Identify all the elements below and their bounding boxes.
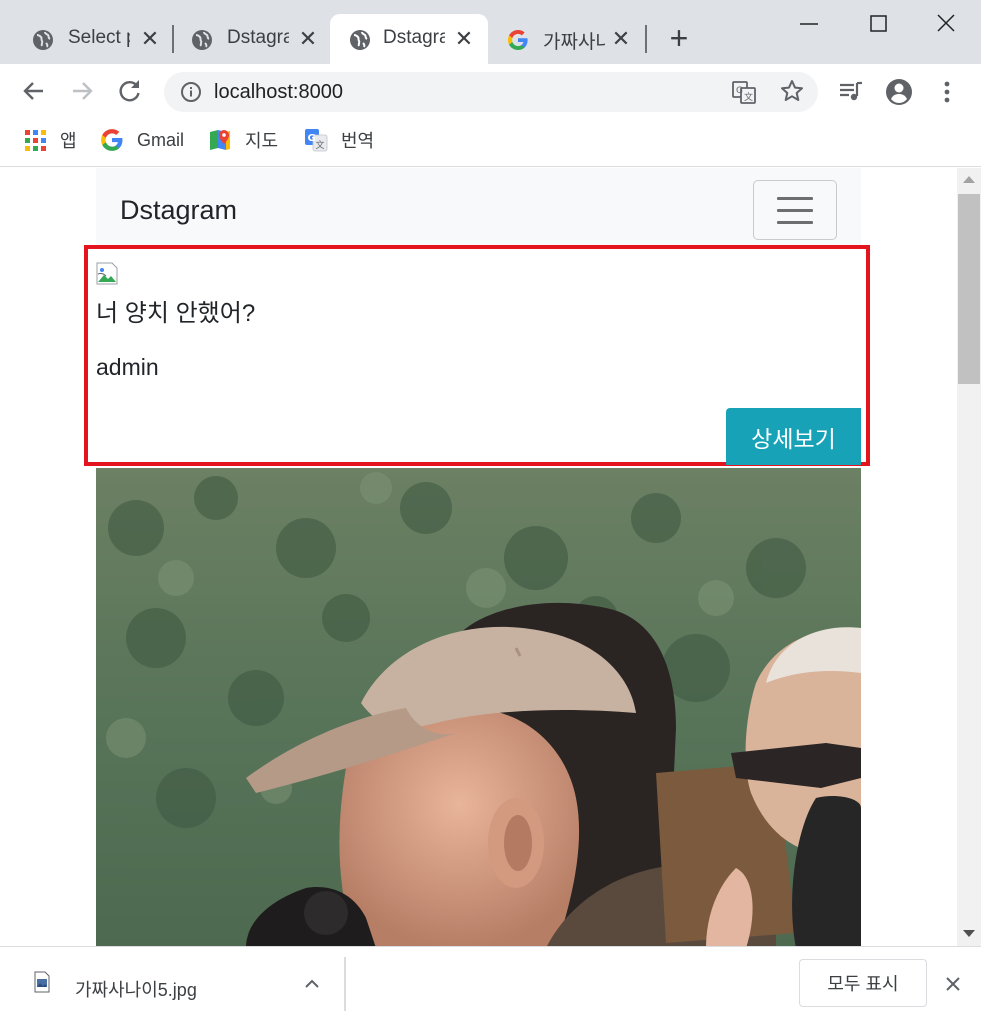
tab-dstagram-active[interactable]: Dstagra ✕ xyxy=(330,14,488,64)
scroll-down-arrow-icon[interactable] xyxy=(963,930,975,937)
download-file-name[interactable]: 가짜사나이5.jpg xyxy=(75,976,197,1002)
hamburger-icon xyxy=(777,209,813,212)
maximize-icon[interactable] xyxy=(858,8,898,42)
new-tab-button[interactable]: + xyxy=(664,22,694,54)
post-photo xyxy=(96,468,861,946)
broken-image-icon xyxy=(96,262,118,285)
image-file-icon[interactable] xyxy=(34,971,50,993)
download-shelf: 가짜사나이5.jpg 모두 표시 xyxy=(0,946,981,1020)
bookmark-star-icon[interactable] xyxy=(779,78,805,104)
hamburger-icon xyxy=(777,197,813,200)
bookmark-maps[interactable]: 지도 xyxy=(208,127,278,153)
chevron-up-icon[interactable] xyxy=(302,975,322,993)
window-close-icon[interactable] xyxy=(926,8,966,42)
tab-divider xyxy=(645,25,647,53)
bookmark-label: 번역 xyxy=(341,131,375,151)
tab-title: 가짜사나 xyxy=(543,32,605,53)
post-caption: 너 양치 안했어? xyxy=(96,300,256,327)
tab-title: Select p xyxy=(68,27,130,48)
tab-title: Dstagra xyxy=(227,27,289,48)
tab-select[interactable]: Select p ✕ xyxy=(32,14,160,64)
kebab-menu-icon[interactable] xyxy=(932,77,962,107)
media-queue-icon[interactable] xyxy=(836,77,866,107)
shelf-divider xyxy=(344,957,346,1011)
bookmark-translate[interactable]: G 文 번역 xyxy=(304,127,374,153)
apps-grid-icon xyxy=(25,130,46,151)
translate-icon: G 文 xyxy=(305,129,328,152)
post-author: admin xyxy=(96,354,159,380)
close-tab-icon[interactable]: ✕ xyxy=(140,27,160,51)
hamburger-icon xyxy=(777,221,813,224)
info-icon[interactable] xyxy=(180,81,202,103)
show-all-downloads-button[interactable]: 모두 표시 xyxy=(799,959,927,1007)
address-url: localhost:8000 xyxy=(214,81,343,103)
tab-title: Dstagra xyxy=(383,27,445,48)
svg-text:G: G xyxy=(308,133,316,144)
bookmark-label: Gmail xyxy=(137,129,185,150)
google-g-icon xyxy=(508,30,528,50)
translate-page-icon[interactable]: G 文 xyxy=(732,80,756,104)
reload-icon[interactable] xyxy=(115,76,145,106)
svg-text:文: 文 xyxy=(744,91,753,103)
close-tab-icon[interactable]: ✕ xyxy=(611,27,631,51)
close-shelf-icon[interactable] xyxy=(942,973,964,995)
globe-icon xyxy=(350,30,370,50)
profile-avatar-icon[interactable] xyxy=(884,77,914,107)
svg-text:文: 文 xyxy=(316,139,325,151)
minimize-icon[interactable] xyxy=(790,8,830,42)
tab-divider xyxy=(172,25,174,53)
scroll-thumb[interactable] xyxy=(958,194,980,384)
tab-dstagram-1[interactable]: Dstagra ✕ xyxy=(191,14,319,64)
vertical-scrollbar[interactable] xyxy=(957,168,981,946)
browser-toolbar: localhost:8000 G 文 xyxy=(0,64,981,120)
svg-text:G: G xyxy=(736,86,743,96)
bookmark-label: 지도 xyxy=(245,131,279,151)
close-tab-icon[interactable]: ✕ xyxy=(454,27,474,51)
globe-icon xyxy=(192,30,212,50)
bookmark-label: 앱 xyxy=(60,131,77,151)
tab-google[interactable]: 가짜사나 ✕ xyxy=(507,14,637,64)
bookmark-gmail[interactable]: Gmail xyxy=(100,127,184,153)
site-brand[interactable]: Dstagram xyxy=(120,195,237,226)
address-bar[interactable]: localhost:8000 G 文 xyxy=(164,72,818,112)
page-viewport: Dstagram 너 양치 안했어? admin 상세보기 xyxy=(0,168,957,946)
scroll-up-arrow-icon[interactable] xyxy=(963,176,975,183)
detail-button[interactable]: 상세보기 xyxy=(726,408,861,465)
maps-pin-icon xyxy=(210,130,230,150)
navbar-toggler-button[interactable] xyxy=(753,180,837,240)
tab-strip: Select p ✕ Dstagra ✕ Dstagra ✕ 가짜사나 ✕ + xyxy=(0,0,981,64)
forward-arrow-icon[interactable] xyxy=(67,76,97,106)
bookmarks-bar: 앱 Gmail 지도 G 文 번역 xyxy=(0,120,981,167)
globe-icon xyxy=(33,30,53,50)
site-navbar: Dstagram xyxy=(96,168,861,246)
google-g-icon xyxy=(101,129,123,151)
bookmark-apps[interactable]: 앱 xyxy=(23,127,77,153)
close-tab-icon[interactable]: ✕ xyxy=(298,27,318,51)
back-arrow-icon[interactable] xyxy=(19,76,49,106)
